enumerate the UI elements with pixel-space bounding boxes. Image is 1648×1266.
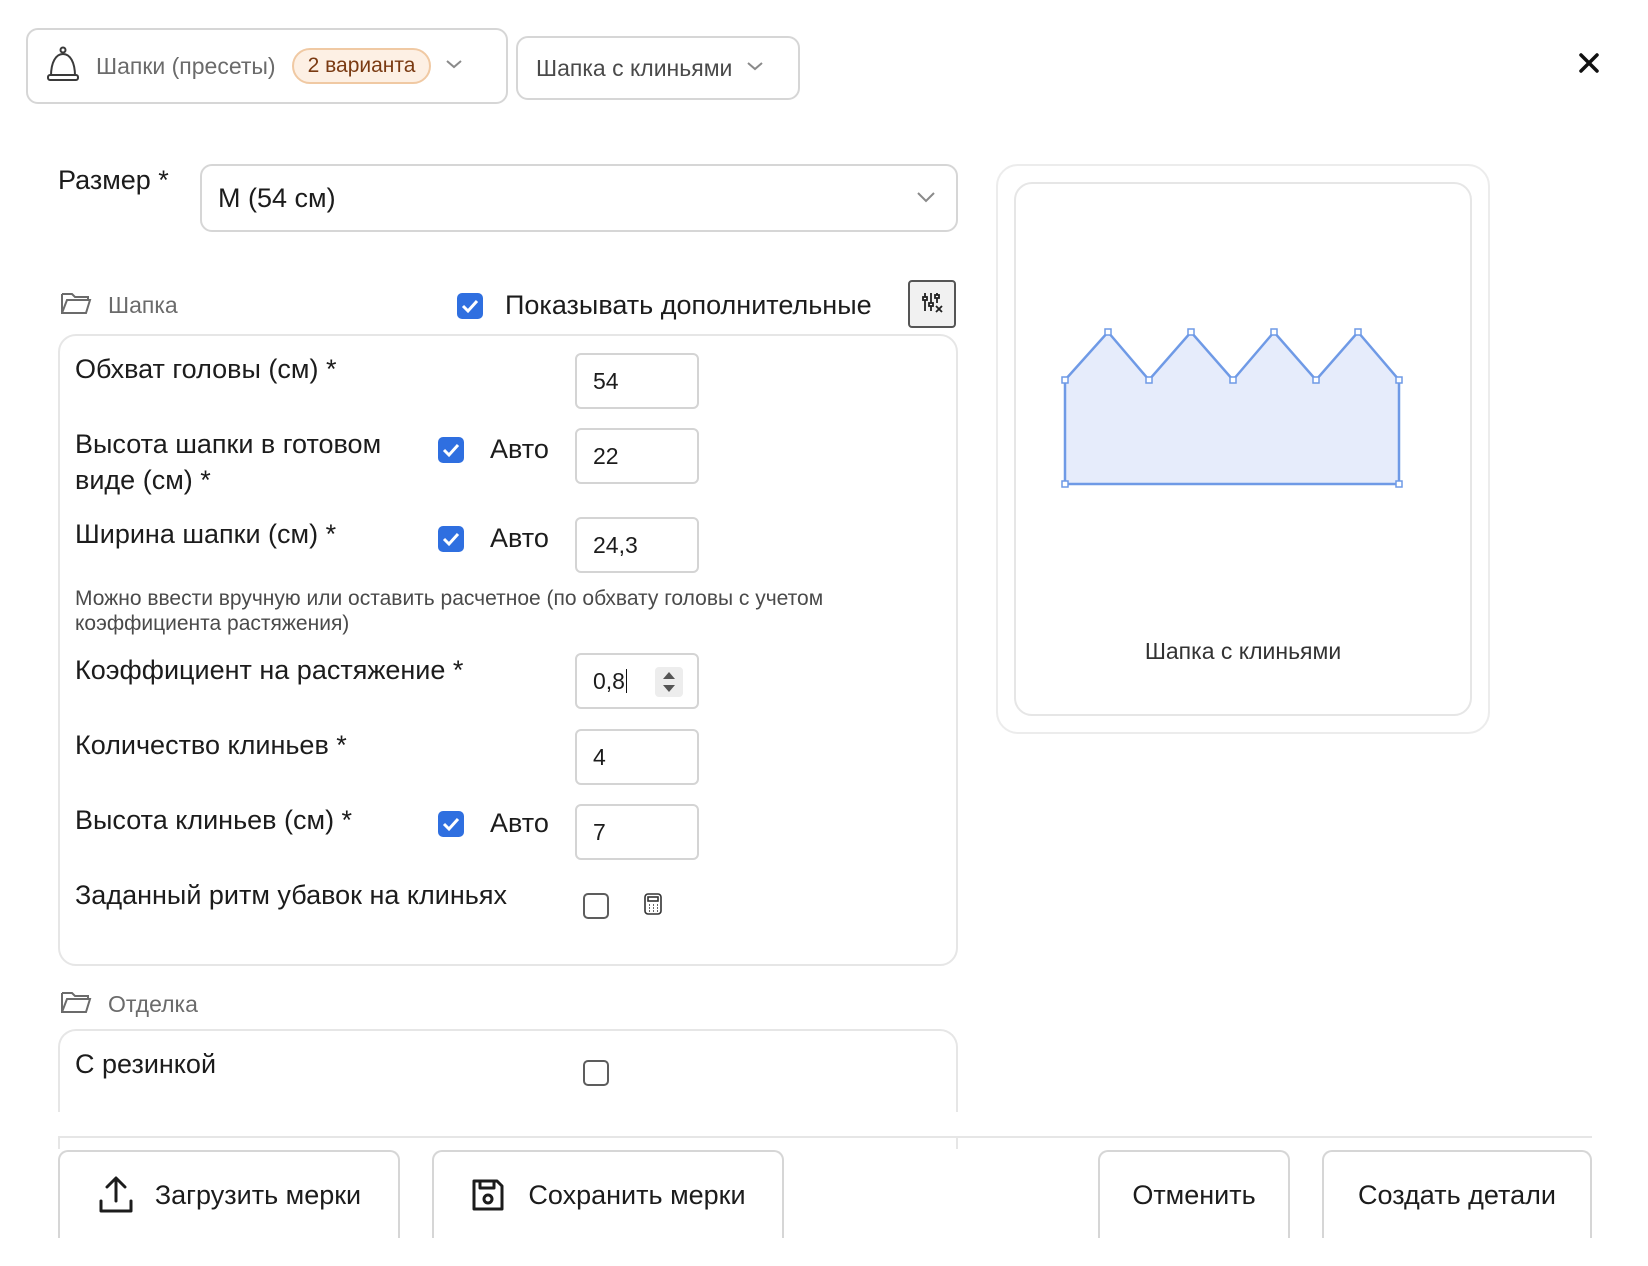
- load-measurements-button[interactable]: Загрузить мерки: [58, 1150, 400, 1238]
- stretch-value: 0,8: [593, 667, 625, 694]
- hat-pattern-preview: [1061, 328, 1403, 488]
- variant-select[interactable]: Шапка с клиньями: [516, 36, 800, 100]
- chevron-down-icon: [746, 59, 764, 77]
- close-icon[interactable]: [1578, 52, 1600, 79]
- hat-height-label: Высота шапки в готовом виде (см) *: [75, 429, 382, 495]
- show-extra-label: Показывать дополнительные: [505, 290, 872, 320]
- hat-icon: [46, 46, 80, 87]
- hat-height-auto-checkbox[interactable]: [438, 436, 464, 463]
- wedge-height-auto[interactable]: Авто: [438, 808, 549, 839]
- size-value: M (54 см): [218, 182, 336, 213]
- head-circ-input[interactable]: 54: [575, 353, 699, 409]
- create-parts-label: Создать детали: [1358, 1179, 1556, 1210]
- hat-width-input[interactable]: 24,3: [575, 517, 699, 573]
- hat-height-auto-label: Авто: [490, 434, 549, 464]
- preview-caption: Шапка с клиньями: [1144, 638, 1342, 664]
- preset-label: Шапки (пресеты): [96, 52, 276, 79]
- hat-width-auto-checkbox[interactable]: [438, 525, 464, 552]
- save-measurements-button[interactable]: Сохранить мерки: [432, 1150, 784, 1238]
- elastic-label: С резинкой: [75, 1049, 217, 1079]
- footer-divider: [58, 1136, 1592, 1138]
- section-hat-title: Шапка: [108, 292, 178, 318]
- wedge-height-auto-checkbox[interactable]: [438, 810, 464, 837]
- hat-width-hint: Можно ввести вручную или оставить расчет…: [75, 587, 824, 635]
- hat-width-label: Ширина шапки (см) *: [75, 519, 337, 549]
- preset-select[interactable]: Шапки (пресеты) 2 варианта: [26, 28, 508, 104]
- chevron-down-icon: [445, 57, 463, 75]
- cancel-button[interactable]: Отменить: [1098, 1150, 1290, 1238]
- preview-card: [1014, 182, 1472, 716]
- save-measurements-label: Сохранить мерки: [528, 1179, 746, 1210]
- size-select[interactable]: M (54 см): [200, 164, 958, 232]
- stretch-label: Коэффициент на растяжение *: [75, 655, 464, 685]
- calculator-icon[interactable]: [643, 893, 663, 920]
- elastic-checkbox[interactable]: [583, 1060, 609, 1086]
- load-measurements-label: Загрузить мерки: [154, 1179, 362, 1210]
- wedge-height-label: Высота клиньев (см) *: [75, 805, 353, 835]
- stretch-input[interactable]: 0,8: [575, 653, 699, 709]
- rhythm-label: Заданный ритм убавок на клиньях: [75, 880, 507, 910]
- text-cursor: [625, 669, 627, 693]
- hat-width-auto[interactable]: Авто: [438, 523, 549, 554]
- rhythm-checkbox[interactable]: [583, 893, 609, 919]
- settings-filter-button[interactable]: [908, 280, 956, 328]
- hat-height-auto[interactable]: Авто: [438, 434, 549, 465]
- chevron-down-icon: [916, 190, 936, 209]
- section-finish-header: Отделка: [60, 989, 198, 1020]
- scroll-clip: [40, 1112, 980, 1136]
- show-extra-checkbox[interactable]: [457, 292, 483, 319]
- sliders-icon: [920, 290, 944, 319]
- size-label: Размер *: [58, 165, 169, 195]
- wedge-count-label: Количество клиньев *: [75, 730, 347, 760]
- head-circ-label: Обхват головы (см) *: [75, 354, 337, 384]
- section-hat-header: Шапка: [60, 290, 178, 321]
- folder-icon: [60, 989, 92, 1020]
- create-parts-button[interactable]: Создать детали: [1322, 1150, 1592, 1238]
- hat-width-auto-label: Авто: [490, 523, 549, 553]
- number-stepper-icon[interactable]: [655, 667, 683, 697]
- cancel-label: Отменить: [1132, 1179, 1256, 1210]
- wedge-height-input[interactable]: 7: [575, 804, 699, 860]
- hat-height-input[interactable]: 22: [575, 428, 699, 484]
- folder-icon: [60, 290, 92, 321]
- variant-label: Шапка с клиньями: [536, 54, 733, 81]
- wedge-height-auto-label: Авто: [490, 808, 549, 838]
- section-finish-title: Отделка: [108, 991, 198, 1017]
- preset-count-badge: 2 варианта: [291, 48, 432, 84]
- show-extra-toggle[interactable]: Показывать дополнительные: [457, 290, 872, 321]
- floppy-disk-icon: [470, 1177, 506, 1213]
- wedge-count-input[interactable]: 4: [575, 729, 699, 785]
- upload-icon: [97, 1175, 135, 1215]
